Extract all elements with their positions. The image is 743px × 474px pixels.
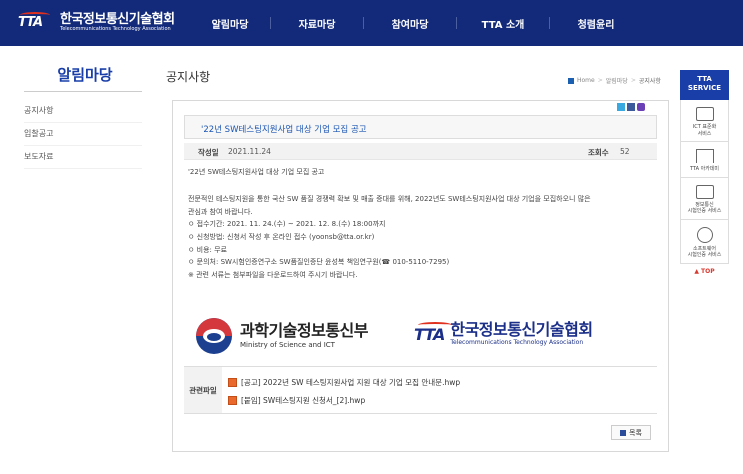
logo-korean-name: 한국정보통신기술협회 <box>60 12 175 27</box>
body-line: ㅇ 접수기간: 2021. 11. 24.(수) ~ 2021. 12. 8.(… <box>188 220 386 229</box>
sidebar-item-bid[interactable]: 입찰공고 <box>24 123 142 146</box>
body-line: 관심과 참여 바랍니다. <box>188 207 253 216</box>
twitter-icon[interactable] <box>617 103 625 111</box>
breadcrumb-home[interactable]: Home <box>577 77 595 84</box>
nav-about[interactable]: TTA 소개 <box>457 16 549 31</box>
body-line <box>188 179 658 192</box>
sidebar-title: 알림마당 <box>57 66 113 84</box>
tta-logo-mark-content: TTA <box>414 321 452 344</box>
body-line: ㅇ 문의처: SW시험인증연구소 SW품질인증단 윤성복 책임연구원(☎ 010… <box>188 258 450 267</box>
tta-service-panel: TTA SERVICE ICT 표준화 서비스 TTA 아카데미 정보통신 시험… <box>680 70 729 275</box>
nav-resources[interactable]: 자료마당 <box>271 16 363 31</box>
page-title: 공지사항 <box>166 70 211 84</box>
msit-logo: 과학기술정보통신부 Ministry of Science and ICT <box>196 318 368 354</box>
body-line: ㅇ 비용: 무료 <box>188 245 228 254</box>
attachments: 관련파일 [공고] 2022년 SW 테스팅지원사업 지원 대상 기업 모집 안… <box>184 366 657 414</box>
sidebar-menu: 공지사항 입찰공고 보도자료 <box>24 100 142 169</box>
body-line: ㅇ 신청방법: 신청서 작성 후 온라인 접수 (yoonsb@tta.or.k… <box>188 232 375 241</box>
graduation-cap-icon <box>695 149 714 163</box>
attachment-file[interactable]: [붙임] SW테스팅지원 신청서_[2].hwp <box>228 395 365 406</box>
tta-service-header: TTA SERVICE <box>680 70 729 100</box>
top-header: TTA 한국정보통신기술협회 Telecommunications Techno… <box>0 0 743 46</box>
tta-logo[interactable]: TTA 한국정보통신기술협회 Telecommunications Techno… <box>18 10 175 36</box>
attachment-file-name[interactable]: [붙임] SW테스팅지원 신청서_[2].hwp <box>241 395 365 406</box>
service-academy[interactable]: TTA 아카데미 <box>680 142 729 178</box>
home-icon <box>568 77 574 84</box>
list-icon <box>620 429 627 436</box>
body-line: 전문적인 테스팅지원을 통한 국산 SW 품질 경쟁력 확보 및 매출 증대를 … <box>188 195 591 204</box>
sidebar-item-press[interactable]: 보도자료 <box>24 146 142 169</box>
attachments-label: 관련파일 <box>184 367 222 413</box>
tta-content-korean-name: 한국정보통신기술협회 <box>450 320 593 339</box>
sidebar-item-notice[interactable]: 공지사항 <box>24 100 142 123</box>
post-title: '22년 SW테스팅지원사업 대상 기업 모집 공고 <box>201 125 367 135</box>
breadcrumb: Home > 알림마당 > 공지사항 <box>568 76 661 85</box>
magnifier-icon <box>696 226 713 243</box>
tta-logo-content: TTA 한국정보통신기술협회 Telecommunications Techno… <box>414 321 593 347</box>
breadcrumb-current: 공지사항 <box>638 78 661 85</box>
tta-logo-text: 한국정보통신기술협회 Telecommunications Technology… <box>60 13 175 33</box>
list-button[interactable]: 목록 <box>611 425 651 440</box>
date-label: 작성일 <box>198 148 219 157</box>
views-label: 조회수 <box>588 148 609 157</box>
share-buttons <box>617 103 645 111</box>
sidebar-divider <box>24 91 142 92</box>
breadcrumb-section[interactable]: 알림마당 <box>606 76 628 85</box>
msit-korean-name: 과학기술정보통신부 <box>240 321 368 340</box>
views-count: 52 <box>620 147 630 156</box>
tta-content-english-name: Telecommunications Technology Associatio… <box>450 339 584 346</box>
nav-ethics[interactable]: 청렴윤리 <box>550 16 642 31</box>
post-info-row: 작성일 2021.11.24 조회수 52 <box>184 143 657 160</box>
monitor-check-icon <box>695 184 714 199</box>
post-date: 2021.11.24 <box>228 147 271 156</box>
service-ict-standard[interactable]: ICT 표준화 서비스 <box>680 100 729 142</box>
logo-english-name: Telecommunications Technology Associatio… <box>60 26 171 32</box>
hwp-file-icon <box>228 378 237 387</box>
attachment-file[interactable]: [공고] 2022년 SW 테스팅지원사업 지원 대상 기업 모집 안내문.hw… <box>228 377 460 388</box>
nav-participation[interactable]: 참여마당 <box>364 16 456 31</box>
main-nav: 알림마당 자료마당 참여마당 TTA 소개 청렴윤리 <box>190 0 642 46</box>
nav-notice[interactable]: 알림마당 <box>190 16 270 31</box>
facebook-icon[interactable] <box>627 103 635 111</box>
hwp-file-icon <box>228 396 237 405</box>
msit-english-name: Ministry of Science and ICT <box>240 341 335 349</box>
service-sw-testing[interactable]: 소프트웨어 시험인증 서비스 <box>680 219 729 264</box>
body-line: '22년 SW테스팅지원사업 대상 기업 모집 공고 <box>188 168 325 176</box>
msit-emblem-icon <box>196 318 232 354</box>
attachment-file-name[interactable]: [공고] 2022년 SW 테스팅지원사업 지원 대상 기업 모집 안내문.hw… <box>241 377 460 388</box>
tta-logo-mark: TTA <box>18 12 56 31</box>
document-stack-icon <box>695 107 714 121</box>
post-title-box: '22년 SW테스팅지원사업 대상 기업 모집 공고 <box>184 115 657 139</box>
share-more-icon[interactable] <box>637 103 645 111</box>
service-ict-testing[interactable]: 정보통신 시험인증 서비스 <box>680 177 729 220</box>
scroll-top-button[interactable]: ▲ TOP <box>680 268 729 275</box>
post-body: '22년 SW테스팅지원사업 대상 기업 모집 공고 전문적인 테스팅지원을 통… <box>188 166 658 281</box>
body-line: ※ 관련 서류는 첨부파일을 다운로드하여 주시기 바랍니다. <box>188 270 358 279</box>
